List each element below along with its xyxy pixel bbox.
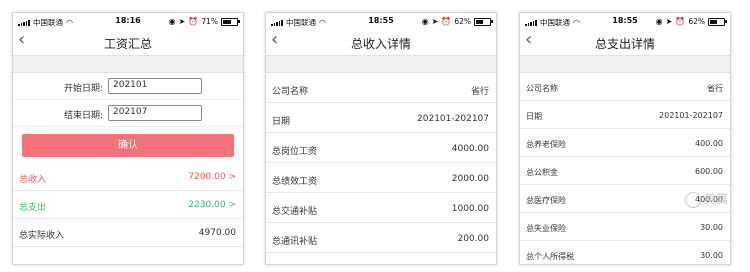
total-expense-row[interactable]: 总支出 2230.00 > xyxy=(13,191,243,219)
list-item: 总绩效工资 2000.00 xyxy=(266,163,496,193)
nav-bar: ‹ 总支出详情 xyxy=(520,29,730,56)
list-item: 公司名称 省行 xyxy=(266,73,496,103)
navigation-arrow-icon: ➤ xyxy=(178,16,186,26)
nav-bar: ‹ 总收入详情 xyxy=(266,29,496,56)
start-date-row: 开始日期: 202101 xyxy=(13,73,243,100)
item-value: 400.00 xyxy=(695,139,723,148)
total-expense-value: 2230.00 > xyxy=(188,200,236,210)
status-bar: 中国联通 ◠ 18:55 ◉ ➤ ⏰ 62% xyxy=(266,13,496,29)
item-label: 公司名称 xyxy=(526,84,558,93)
net-income-row: 总实际收入 4970.00 xyxy=(13,219,243,247)
status-bar: 中国联通 ◠ 18:55 ◉ ➤ ⏰ 62% xyxy=(520,13,730,29)
total-income-value: 7200.00 > xyxy=(188,172,236,182)
item-label: 公司名称 xyxy=(272,87,309,97)
list-item: 总岗位工资 4000.00 xyxy=(266,133,496,163)
item-label: 日期 xyxy=(272,117,291,127)
battery-icon xyxy=(708,17,727,26)
net-income-value: 4970.00 xyxy=(198,228,236,238)
battery-percent: 71% xyxy=(201,17,218,26)
battery-percent: 62% xyxy=(688,17,705,26)
item-value: 1000.00 xyxy=(451,204,489,214)
item-value: 省行 xyxy=(707,84,723,93)
alarm-icon: ⏰ xyxy=(675,16,686,26)
list-item: 日期 202101-202107 xyxy=(266,103,496,133)
section-spacer xyxy=(13,56,243,73)
page-title: 总支出详情 xyxy=(594,37,655,51)
end-date-row: 结束日期: 202107 xyxy=(13,100,243,127)
section-spacer xyxy=(520,56,730,73)
net-income-label: 总实际收入 xyxy=(19,231,65,241)
battery-icon xyxy=(474,17,493,26)
item-value: 30.00 xyxy=(700,251,723,260)
item-value: 202101-202107 xyxy=(417,114,489,124)
income-detail-list: 公司名称 省行 日期 202101-202107 总岗位工资 4000.00 总绩效工… xyxy=(266,73,496,253)
item-label: 总公积金 xyxy=(526,168,558,177)
total-income-label: 总收入 xyxy=(19,175,47,185)
item-label: 总绩效工资 xyxy=(272,177,318,187)
item-label: 总通讯补贴 xyxy=(272,237,318,247)
list-item: 日期 202101-202107 xyxy=(520,101,730,129)
item-value: 省行 xyxy=(470,87,489,97)
total-expense-label: 总支出 xyxy=(19,203,47,213)
list-item: 总个人所得税 30.00 xyxy=(520,241,730,264)
item-label: 日期 xyxy=(526,112,542,121)
watermark: 美篇 xyxy=(684,190,728,208)
item-value: 30.00 xyxy=(700,223,723,232)
list-item: 总公积金 600.00 xyxy=(520,157,730,185)
end-date-label: 结束日期: xyxy=(63,111,103,121)
salary-summary-screen: 中国联通 ◠ 18:16 ◉ ➤ ⏰ 71% ‹ 工资汇总 开始日期: 2021… xyxy=(12,12,244,265)
battery-icon xyxy=(221,17,240,26)
item-label: 总医疗保险 xyxy=(526,196,566,205)
page-title: 工资汇总 xyxy=(103,37,152,51)
expense-detail-screen: 中国联通 ◠ 18:55 ◉ ➤ ⏰ 62% ‹ 总支出详情 公司名称 省行 日期… xyxy=(519,12,731,265)
item-value: 4000.00 xyxy=(451,144,489,154)
list-item: 公司名称 省行 xyxy=(520,73,730,101)
list-item: 总失业保险 30.00 xyxy=(520,213,730,241)
watermark-logo-icon xyxy=(684,191,701,208)
start-date-input[interactable]: 202101 xyxy=(108,78,202,94)
list-item: 总通讯补贴 200.00 xyxy=(266,223,496,253)
list-item: 总交通补贴 1000.00 xyxy=(266,193,496,223)
end-date-input[interactable]: 202107 xyxy=(108,105,202,121)
income-detail-screen: 中国联通 ◠ 18:55 ◉ ➤ ⏰ 62% ‹ 总收入详情 公司名称 省行 日期… xyxy=(265,12,497,265)
nav-bar: ‹ 工资汇总 xyxy=(13,29,243,56)
watermark-text: 美篇 xyxy=(703,192,728,206)
battery-percent: 62% xyxy=(454,17,471,26)
location-icon: ◉ xyxy=(655,16,663,26)
item-value: 2000.00 xyxy=(451,174,489,184)
item-value: 600.00 xyxy=(695,167,723,176)
item-label: 总失业保险 xyxy=(526,224,566,233)
list-item: 总养老保险 400.00 xyxy=(520,129,730,157)
confirm-button[interactable]: 确认 xyxy=(22,134,234,157)
expense-detail-list: 公司名称 省行 日期 202101-202107 总养老保险 400.00 总公积金 6… xyxy=(520,73,730,264)
page-title: 总收入详情 xyxy=(350,37,411,51)
location-icon: ◉ xyxy=(421,16,429,26)
item-label: 总个人所得税 xyxy=(526,252,574,261)
location-icon: ◉ xyxy=(168,16,176,26)
item-label: 总岗位工资 xyxy=(272,147,318,157)
total-income-row[interactable]: 总收入 7200.00 > xyxy=(13,163,243,191)
alarm-icon: ⏰ xyxy=(188,16,199,26)
item-label: 总交通补贴 xyxy=(272,207,318,217)
status-bar: 中国联通 ◠ 18:16 ◉ ➤ ⏰ 71% xyxy=(13,13,243,29)
alarm-icon: ⏰ xyxy=(441,16,452,26)
start-date-label: 开始日期: xyxy=(63,84,103,94)
navigation-arrow-icon: ➤ xyxy=(431,16,439,26)
item-label: 总养老保险 xyxy=(526,140,566,149)
item-value: 200.00 xyxy=(457,234,490,244)
section-spacer xyxy=(266,56,496,73)
item-value: 202101-202107 xyxy=(659,111,723,120)
navigation-arrow-icon: ➤ xyxy=(665,16,673,26)
